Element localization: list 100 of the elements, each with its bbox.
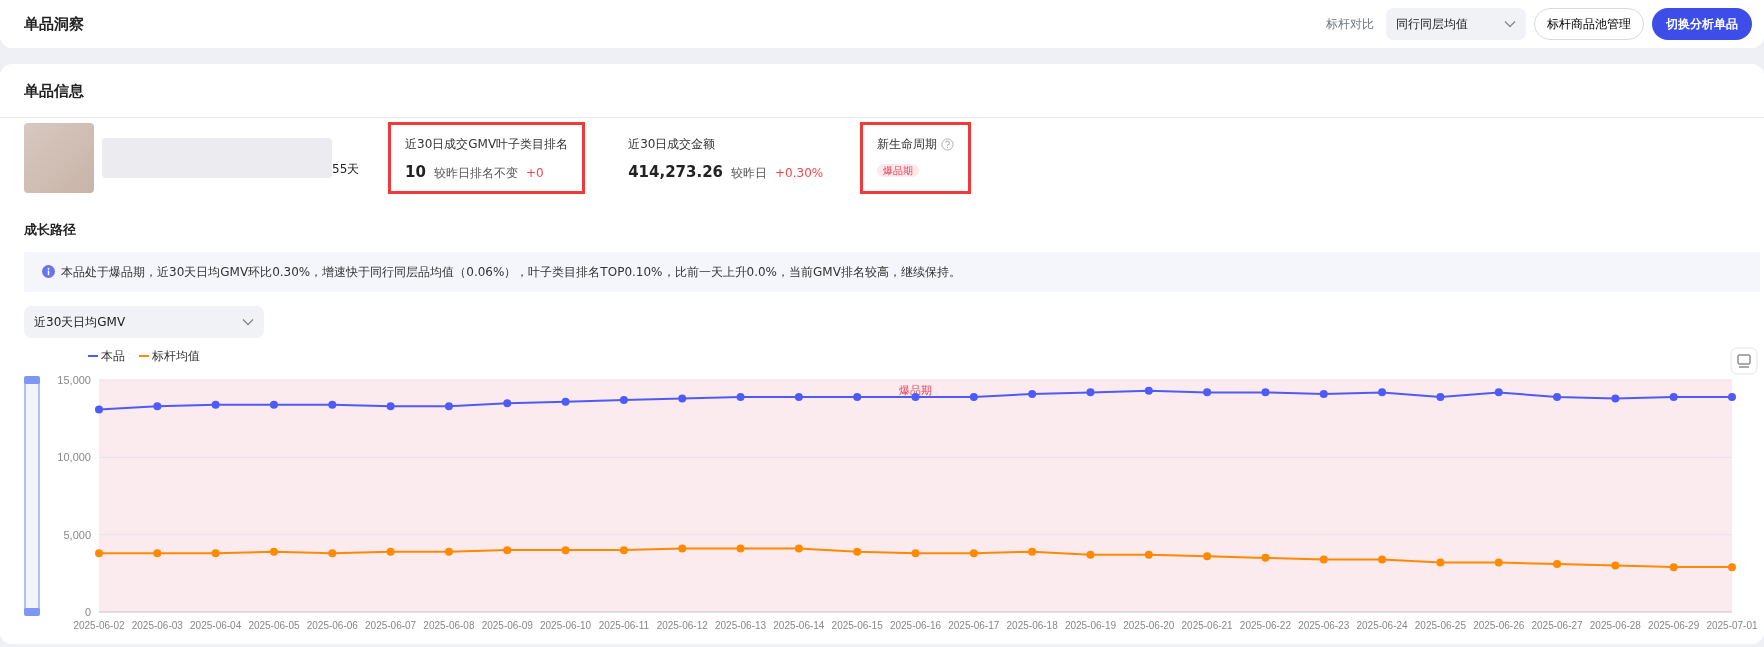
data-point — [1028, 547, 1037, 556]
data-point — [561, 545, 570, 554]
data-point — [211, 400, 220, 409]
x-axis-label: 2025-06-18 — [1006, 619, 1058, 631]
metric-value: 10 — [405, 162, 426, 183]
data-point — [794, 392, 803, 401]
x-axis-label: 2025-06-04 — [190, 619, 242, 631]
data-point — [1553, 392, 1562, 401]
x-axis-label: 2025-06-24 — [1356, 619, 1408, 631]
data-point — [1494, 558, 1503, 567]
y-axis-label: 0 — [84, 605, 91, 618]
data-point — [619, 395, 628, 404]
x-axis-label: 2025-06-12 — [656, 619, 708, 631]
data-point — [503, 545, 512, 554]
x-axis-label: 2025-06-17 — [948, 619, 1000, 631]
data-point — [853, 547, 862, 556]
product-age-text: 55天 — [332, 161, 360, 178]
x-axis-label: 2025-06-25 — [1414, 619, 1466, 631]
data-point — [1669, 562, 1678, 571]
data-point — [269, 400, 278, 409]
metric-label: 近30日成交GMV叶子类目排名 — [405, 136, 569, 153]
chevron-down-icon — [1504, 20, 1516, 28]
y-axis-label: 10,000 — [57, 450, 91, 463]
x-axis-label: 2025-06-10 — [540, 619, 592, 631]
data-point — [1611, 394, 1620, 403]
data-point — [503, 398, 512, 407]
data-point — [1728, 392, 1736, 401]
data-point — [1028, 389, 1037, 398]
x-axis-label: 2025-06-05 — [248, 619, 300, 631]
x-axis-label: 2025-07-01 — [1706, 619, 1758, 631]
metric-compare: 较昨日 — [731, 165, 768, 182]
data-point — [211, 548, 220, 557]
benchmark-label: 标杆对比 — [1326, 16, 1374, 33]
data-point — [619, 545, 628, 554]
metric-select[interactable]: 近30天日均GMV — [24, 305, 264, 338]
data-point — [95, 405, 103, 413]
data-point — [328, 548, 337, 557]
x-axis-label: 2025-06-23 — [1298, 619, 1350, 631]
metric-label: 近30日成交金额 — [628, 136, 716, 153]
page-title: 单品洞察 — [24, 15, 84, 33]
data-point — [1611, 561, 1620, 570]
data-point — [678, 394, 687, 403]
x-axis-label: 2025-06-29 — [1648, 619, 1700, 631]
x-axis-label: 2025-06-19 — [1064, 619, 1117, 631]
data-point — [444, 401, 453, 410]
data-point — [1494, 387, 1503, 396]
x-axis-label: 2025-06-20 — [1123, 619, 1175, 631]
data-point — [561, 397, 570, 406]
data-point — [269, 547, 278, 556]
data-point — [328, 400, 337, 409]
x-axis-label: 2025-06-09 — [481, 619, 533, 631]
data-point — [95, 548, 103, 557]
help-icon — [941, 137, 955, 151]
data-point — [153, 401, 162, 410]
summary-text: 本品处于爆品期，近30天日均GMV环比0.30%，增速快于同行同层品均值（0.06%），叶子类目排名TOP0.10%，比前一天上升0.0%，当前GMV排名较高，继续保持。 — [61, 263, 961, 281]
metric-change: +0 — [525, 165, 544, 182]
metric-value: 414,273.26 — [628, 162, 724, 183]
data-point — [1378, 555, 1387, 563]
data-point — [386, 401, 395, 410]
data-point — [1553, 559, 1562, 568]
x-axis-label: 2025-06-22 — [1239, 619, 1291, 631]
data-point — [1086, 550, 1095, 559]
x-axis-label: 2025-06-02 — [73, 619, 125, 631]
info-icon — [42, 265, 55, 279]
x-axis-label: 2025-06-07 — [365, 619, 417, 631]
section-title: 单品信息 — [24, 81, 84, 100]
legend-label: 本品 — [101, 348, 125, 363]
data-point — [911, 548, 920, 557]
data-point — [1144, 386, 1153, 395]
x-axis-label: 2025-06-14 — [773, 619, 825, 631]
data-view-icon — [1730, 347, 1758, 375]
metric-change: +0.30% — [775, 165, 824, 182]
data-point — [1436, 392, 1445, 401]
x-axis-label: 2025-06-21 — [1181, 619, 1233, 631]
legend-item: 标杆均值 — [138, 348, 200, 363]
benchmark-select[interactable]: 同行同层均值 — [1386, 8, 1526, 40]
data-point — [1203, 551, 1212, 560]
data-point — [794, 544, 803, 553]
x-axis-label: 2025-06-08 — [423, 619, 475, 631]
legend-label: 标杆均值 — [151, 348, 200, 363]
x-axis-label: 2025-06-27 — [1531, 619, 1583, 631]
x-axis-label: 2025-06-11 — [598, 619, 650, 631]
data-point — [1319, 555, 1328, 563]
y-axis-label: 15,000 — [57, 373, 91, 386]
data-point — [1261, 553, 1270, 562]
x-axis-label: 2025-06-06 — [306, 619, 358, 631]
x-axis-label: 2025-06-15 — [831, 619, 883, 631]
data-point — [853, 392, 862, 401]
x-axis-label: 2025-06-13 — [714, 619, 767, 631]
data-point — [1378, 387, 1387, 396]
y-axis-label: 5,000 — [63, 528, 91, 541]
data-point — [1144, 550, 1153, 559]
data-point — [1669, 392, 1678, 401]
legend-item: 本品 — [87, 348, 125, 363]
data-point — [1086, 387, 1095, 396]
chevron-down-icon — [242, 317, 254, 326]
pool-manage-button[interactable]: 标杆商品池管理 — [1534, 8, 1644, 40]
x-axis-label: 2025-06-16 — [889, 619, 942, 631]
switch-product-button[interactable]: 切换分析单品 — [1652, 8, 1752, 40]
metric-label: 新生命周期 — [877, 136, 938, 153]
